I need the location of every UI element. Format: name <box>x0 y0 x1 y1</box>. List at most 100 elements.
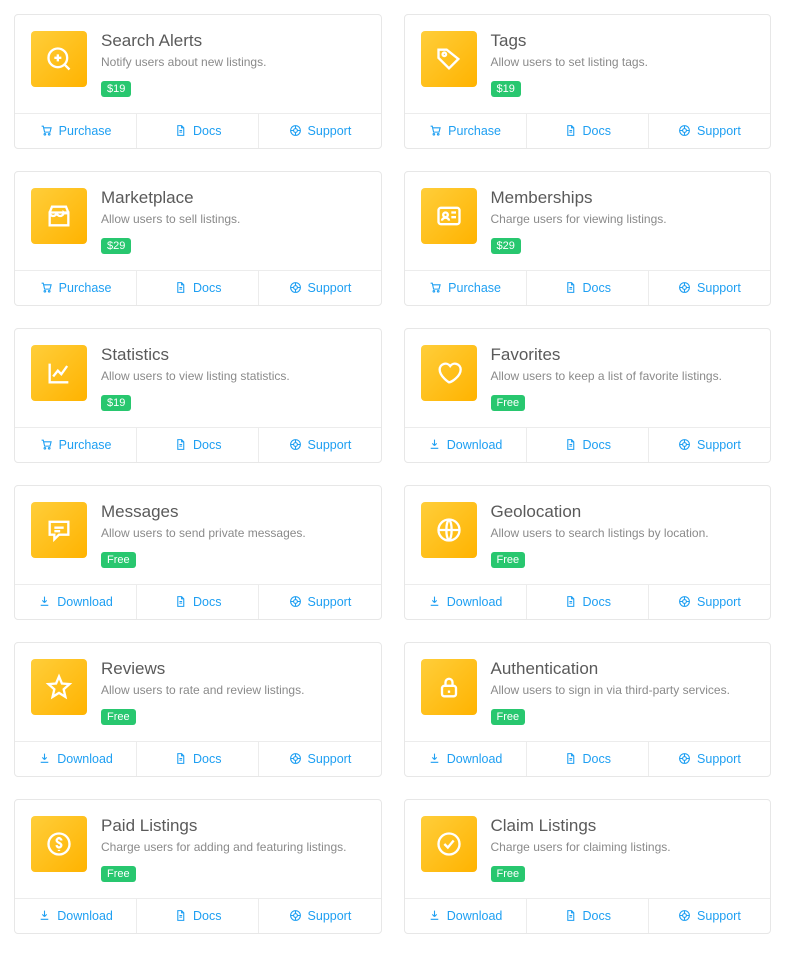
cart-icon <box>40 281 53 294</box>
docs-link[interactable]: Docs <box>526 114 648 148</box>
action-label: Support <box>308 438 352 452</box>
docs-link[interactable]: Docs <box>526 899 648 933</box>
card-title: Statistics <box>101 345 365 365</box>
action-label: Docs <box>193 909 221 923</box>
docs-link[interactable]: Docs <box>526 585 648 619</box>
docs-link[interactable]: Docs <box>136 899 258 933</box>
support-link[interactable]: Support <box>648 742 770 776</box>
file-icon <box>564 909 577 922</box>
support-link[interactable]: Support <box>648 271 770 305</box>
docs-link[interactable]: Docs <box>526 742 648 776</box>
purchase-link[interactable]: Purchase <box>15 271 136 305</box>
price-badge: $19 <box>491 81 521 97</box>
support-link[interactable]: Support <box>258 742 380 776</box>
download-link[interactable]: Download <box>405 428 526 462</box>
purchase-link[interactable]: Purchase <box>15 428 136 462</box>
docs-link[interactable]: Docs <box>136 271 258 305</box>
purchase-link[interactable]: Purchase <box>405 271 526 305</box>
price-badge: Free <box>101 552 136 568</box>
download-link[interactable]: Download <box>405 585 526 619</box>
extension-grid: Search Alerts Notify users about new lis… <box>14 14 771 934</box>
support-link[interactable]: Support <box>258 428 380 462</box>
docs-link[interactable]: Docs <box>136 742 258 776</box>
support-link[interactable]: Support <box>648 114 770 148</box>
extension-card: Memberships Charge users for viewing lis… <box>404 171 772 306</box>
support-icon <box>678 281 691 294</box>
support-icon <box>678 124 691 137</box>
globe-icon <box>421 502 477 558</box>
support-link[interactable]: Support <box>648 585 770 619</box>
star-icon <box>31 659 87 715</box>
support-icon <box>289 595 302 608</box>
support-icon <box>678 438 691 451</box>
support-icon <box>289 909 302 922</box>
support-link[interactable]: Support <box>258 114 380 148</box>
download-link[interactable]: Download <box>15 899 136 933</box>
card-title: Favorites <box>491 345 755 365</box>
docs-link[interactable]: Docs <box>526 271 648 305</box>
file-icon <box>174 438 187 451</box>
support-link[interactable]: Support <box>648 899 770 933</box>
action-label: Download <box>447 752 503 766</box>
action-label: Docs <box>583 752 611 766</box>
file-icon <box>564 124 577 137</box>
extension-card: Favorites Allow users to keep a list of … <box>404 328 772 463</box>
support-link[interactable]: Support <box>258 899 380 933</box>
action-label: Download <box>57 909 113 923</box>
file-icon <box>564 438 577 451</box>
action-label: Support <box>308 281 352 295</box>
dollar-icon <box>31 816 87 872</box>
card-description: Charge users for adding and featuring li… <box>101 840 365 856</box>
download-link[interactable]: Download <box>15 742 136 776</box>
cart-icon <box>40 438 53 451</box>
docs-link[interactable]: Docs <box>136 428 258 462</box>
action-label: Docs <box>583 909 611 923</box>
check-icon <box>421 816 477 872</box>
card-title: Marketplace <box>101 188 365 208</box>
download-link[interactable]: Download <box>405 899 526 933</box>
card-title: Paid Listings <box>101 816 365 836</box>
download-icon <box>38 595 51 608</box>
download-icon <box>38 909 51 922</box>
price-badge: Free <box>491 709 526 725</box>
cart-icon <box>429 281 442 294</box>
extension-card: Messages Allow users to send private mes… <box>14 485 382 620</box>
support-link[interactable]: Support <box>258 271 380 305</box>
action-label: Purchase <box>59 124 112 138</box>
action-label: Support <box>697 281 741 295</box>
card-description: Allow users to sell listings. <box>101 212 365 228</box>
search-plus-icon <box>31 31 87 87</box>
extension-card: Claim Listings Charge users for claiming… <box>404 799 772 934</box>
action-label: Purchase <box>59 438 112 452</box>
cart-icon <box>429 124 442 137</box>
message-icon <box>31 502 87 558</box>
card-title: Reviews <box>101 659 365 679</box>
action-label: Support <box>308 595 352 609</box>
tag-icon <box>421 31 477 87</box>
docs-link[interactable]: Docs <box>136 585 258 619</box>
action-label: Purchase <box>448 124 501 138</box>
action-label: Download <box>57 595 113 609</box>
card-description: Allow users to search listings by locati… <box>491 526 755 542</box>
download-link[interactable]: Download <box>405 742 526 776</box>
action-label: Docs <box>583 595 611 609</box>
action-label: Docs <box>583 281 611 295</box>
card-title: Search Alerts <box>101 31 365 51</box>
action-label: Support <box>697 124 741 138</box>
docs-link[interactable]: Docs <box>526 428 648 462</box>
support-icon <box>289 124 302 137</box>
purchase-link[interactable]: Purchase <box>405 114 526 148</box>
support-link[interactable]: Support <box>648 428 770 462</box>
extension-card: Search Alerts Notify users about new lis… <box>14 14 382 149</box>
file-icon <box>564 595 577 608</box>
card-title: Tags <box>491 31 755 51</box>
download-link[interactable]: Download <box>15 585 136 619</box>
action-label: Support <box>308 909 352 923</box>
action-label: Docs <box>193 595 221 609</box>
price-badge: Free <box>101 709 136 725</box>
price-badge: Free <box>491 395 526 411</box>
purchase-link[interactable]: Purchase <box>15 114 136 148</box>
docs-link[interactable]: Docs <box>136 114 258 148</box>
support-link[interactable]: Support <box>258 585 380 619</box>
support-icon <box>678 909 691 922</box>
